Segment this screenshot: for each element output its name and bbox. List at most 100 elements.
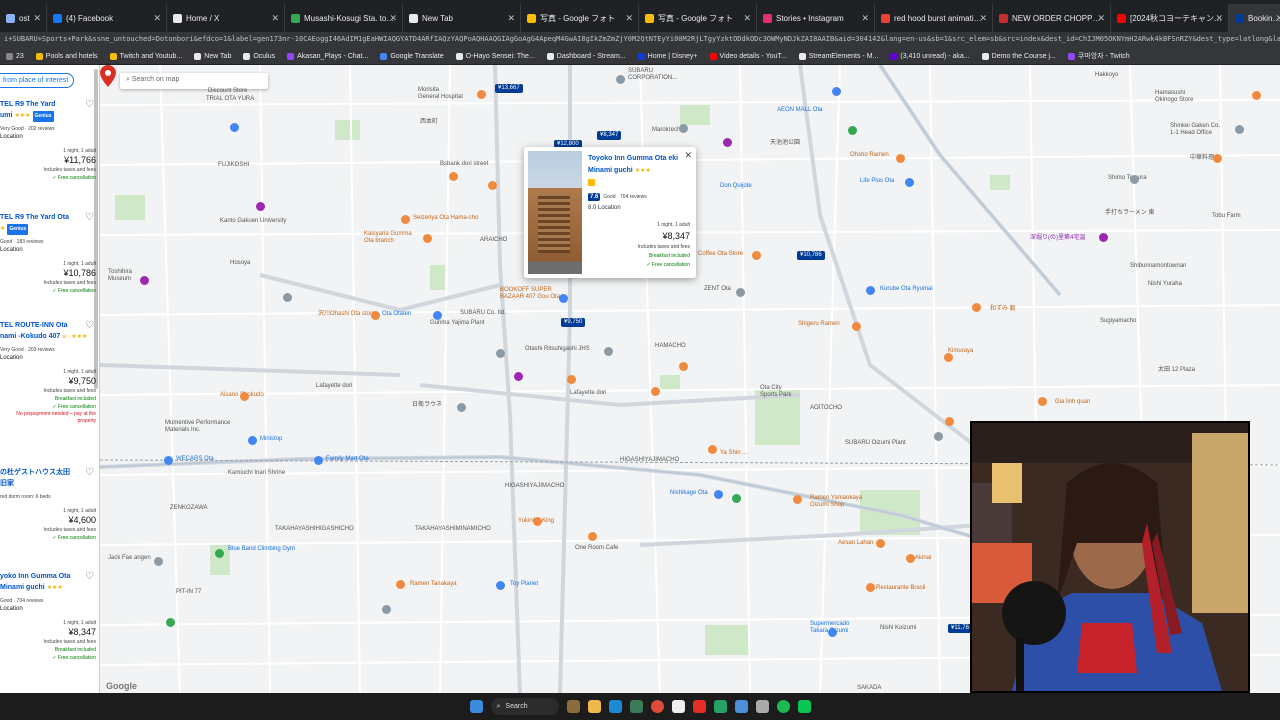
close-tab-icon[interactable]: ✕ (389, 13, 397, 24)
close-tab-icon[interactable]: ✕ (743, 13, 751, 24)
browser-tab[interactable]: New Tab ✕ (403, 4, 521, 32)
hotel-name-link[interactable]: Minami guchi ★★★ (0, 582, 96, 594)
restaurant-marker[interactable] (945, 417, 954, 426)
restaurant-marker[interactable] (852, 322, 861, 331)
hotel-name-link[interactable]: TEL ROUTE-INN Ota (0, 320, 96, 331)
bookmark-item[interactable]: Google Translate (374, 52, 449, 60)
browser-tab[interactable]: 写真 - Google フォト ✕ (639, 4, 757, 32)
address-bar[interactable]: i+SUBARU+Sports+Park&ssne_untouched=Doto… (0, 32, 1280, 48)
price-marker[interactable]: ¥8,347 (597, 131, 622, 140)
restaurant-marker[interactable] (396, 580, 405, 589)
browser-tab[interactable]: Home / X ✕ (167, 4, 285, 32)
shop-marker[interactable] (314, 456, 323, 465)
bookmark-item[interactable]: 쿠마앙자 - Twitch (1062, 51, 1136, 61)
poi-marker[interactable] (457, 403, 466, 412)
restaurant-marker[interactable] (1213, 154, 1222, 163)
restaurant-marker[interactable] (866, 583, 875, 592)
app-icon[interactable] (671, 700, 685, 713)
restaurant-marker[interactable] (371, 311, 380, 320)
poi-marker[interactable] (736, 288, 745, 297)
restaurant-marker[interactable] (876, 539, 885, 548)
close-tab-icon[interactable]: ✕ (507, 13, 515, 24)
close-tab-icon[interactable]: ✕ (153, 13, 161, 24)
photos-icon[interactable] (629, 700, 643, 713)
line-icon[interactable] (797, 700, 811, 713)
hotel-name-link[interactable]: nami -Kokudo 407 u · ★★★ (0, 331, 96, 343)
hospital-marker[interactable] (477, 90, 486, 99)
hotel-card[interactable]: ♡ TEL R9 The Yard umi ★★★ Genius Very Good ·… (0, 99, 96, 182)
poi-marker[interactable] (154, 557, 163, 566)
restaurant-marker[interactable] (449, 172, 458, 181)
browser-tab[interactable]: 写真 - Google フォト ✕ (521, 4, 639, 32)
price-marker[interactable]: ¥13,667 (495, 84, 523, 93)
shop-marker[interactable] (164, 456, 173, 465)
restaurant-marker[interactable] (588, 532, 597, 541)
restaurant-marker[interactable] (1038, 397, 1047, 406)
spotify-icon[interactable] (776, 700, 790, 713)
taskbar-search[interactable]: ⌕ Search (490, 698, 559, 715)
close-icon[interactable]: ✕ (684, 150, 692, 161)
close-tab-icon[interactable]: ✕ (1275, 13, 1280, 24)
restaurant-marker[interactable] (651, 387, 660, 396)
hotel-name-link[interactable]: TEL R9 The Yard (0, 99, 96, 110)
museum-marker[interactable] (140, 276, 149, 285)
price-marker[interactable]: ¥11,76 (948, 624, 972, 633)
bookmark-item[interactable]: 23 (0, 52, 30, 60)
restaurant-marker[interactable] (488, 181, 497, 190)
poi-marker[interactable] (283, 293, 292, 302)
restaurant-marker[interactable] (423, 234, 432, 243)
restaurant-marker[interactable] (401, 215, 410, 224)
hotel-name-link[interactable]: 旧家 (0, 478, 96, 490)
save-heart-icon[interactable]: ♡ (85, 467, 94, 478)
poi-marker[interactable] (616, 75, 625, 84)
chrome-icon[interactable] (650, 700, 664, 713)
restaurant-marker[interactable] (793, 495, 802, 504)
bookmark-item[interactable]: Akasan_Plays - Chat... (281, 52, 374, 60)
bookmark-item[interactable]: (3,410 unread) - aka... (884, 52, 975, 60)
restaurant-marker[interactable] (944, 353, 953, 362)
restaurant-marker[interactable] (972, 303, 981, 312)
shop-marker[interactable] (433, 311, 442, 320)
shop-marker[interactable] (714, 490, 723, 499)
browser-tab[interactable]: (4) Facebook ✕ (47, 4, 167, 32)
shop-marker[interactable] (248, 436, 257, 445)
close-tab-icon[interactable]: ✕ (1097, 13, 1105, 24)
poi-marker[interactable] (934, 432, 943, 441)
hotel-photo[interactable] (528, 151, 582, 274)
close-tab-icon[interactable]: ✕ (1215, 13, 1223, 24)
restaurant-marker[interactable] (896, 154, 905, 163)
windows-start-icon[interactable] (469, 700, 483, 713)
browser-tab[interactable]: Booking.com: ...✕ (1229, 4, 1280, 32)
close-tab-icon[interactable]: ✕ (979, 13, 987, 24)
app-icon[interactable] (755, 700, 769, 713)
hotel-preview-card[interactable]: Toyoko Inn Gumma Ota eki Minami guchi ★★… (524, 147, 696, 278)
park-marker[interactable] (732, 494, 741, 503)
edge-icon[interactable] (608, 700, 622, 713)
park-marker[interactable] (166, 618, 175, 627)
hotel-card[interactable]: ♡ の杜ゲストハウス太田 旧家 red dorm room: 6 beds 1 nig… (0, 467, 96, 542)
restaurant-marker[interactable] (906, 554, 915, 563)
hotel-name-link[interactable]: ★ Genius (0, 223, 96, 235)
selected-location-pin-icon[interactable] (100, 65, 116, 87)
hotel-name-link[interactable]: umi ★★★ Genius (0, 110, 96, 122)
hotel-card[interactable]: ♡ TEL R9 The Yard Ota ★ Genius Good · 183 r… (0, 212, 96, 295)
poi-marker[interactable] (496, 349, 505, 358)
browser-tab[interactable]: Stories • Instagram ✕ (757, 4, 875, 32)
browser-tab[interactable]: [2024秋コヨーテキャンプ&スワップ]✕ (1111, 4, 1229, 32)
poi-marker[interactable] (514, 372, 523, 381)
price-marker[interactable]: ¥10,786 (797, 251, 825, 260)
poi-marker[interactable] (679, 124, 688, 133)
poi-marker[interactable] (1130, 175, 1139, 184)
hotel-card[interactable]: ♡ TEL ROUTE-INN Ota nami -Kokudo 407 u · ★… (0, 320, 96, 425)
restaurant-marker[interactable] (533, 517, 542, 526)
shop-marker[interactable] (905, 178, 914, 187)
bookmark-item[interactable]: Home | Disney+ (632, 52, 704, 60)
close-tab-icon[interactable]: ✕ (271, 13, 279, 24)
hotel-card[interactable]: ♡ yoko Inn Gumma Ota Minami guchi ★★★ Good … (0, 571, 96, 662)
widget-icon[interactable] (566, 700, 580, 713)
browser-tab[interactable]: NEW ORDER CHOPPER SHOW✕ (993, 4, 1111, 32)
poi-marker[interactable] (1235, 125, 1244, 134)
hotel-name-link[interactable]: TEL R9 The Yard Ota (0, 212, 96, 223)
restaurant-marker[interactable] (1252, 91, 1261, 100)
file-explorer-icon[interactable] (587, 700, 601, 713)
